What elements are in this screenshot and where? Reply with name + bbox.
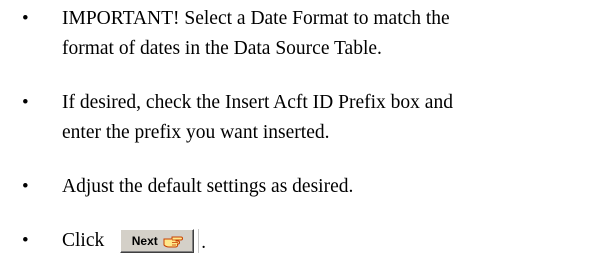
click-label: Click: [62, 230, 105, 251]
instruction-text: Click Next .: [62, 226, 602, 256]
bullet: •: [22, 230, 29, 251]
instruction-line: format of dates in the Data Source Table…: [62, 38, 382, 59]
next-button[interactable]: Next: [120, 229, 195, 253]
pointing-hand-icon: [163, 236, 183, 248]
period: .: [201, 232, 206, 253]
bullet: •: [22, 8, 29, 29]
button-edge: .: [198, 229, 207, 253]
instruction-line: If desired, check the Insert Acft ID Pre…: [62, 92, 453, 113]
next-button-label: Next: [131, 234, 158, 248]
instruction-text: IMPORTANT! Select a Date Format to match…: [62, 4, 602, 64]
instruction-line: Adjust the default settings as desired.: [62, 176, 354, 197]
instruction-text: If desired, check the Insert Acft ID Pre…: [62, 88, 602, 148]
bullet: •: [22, 92, 29, 113]
instruction-line: enter the prefix you want inserted.: [62, 122, 330, 143]
bullet: •: [22, 176, 29, 197]
instruction-text: Adjust the default settings as desired.: [62, 172, 602, 202]
instruction-page: { "instructions": [ { "bullet": "•", "li…: [0, 0, 603, 271]
instruction-line: IMPORTANT! Select a Date Format to match…: [62, 8, 450, 29]
